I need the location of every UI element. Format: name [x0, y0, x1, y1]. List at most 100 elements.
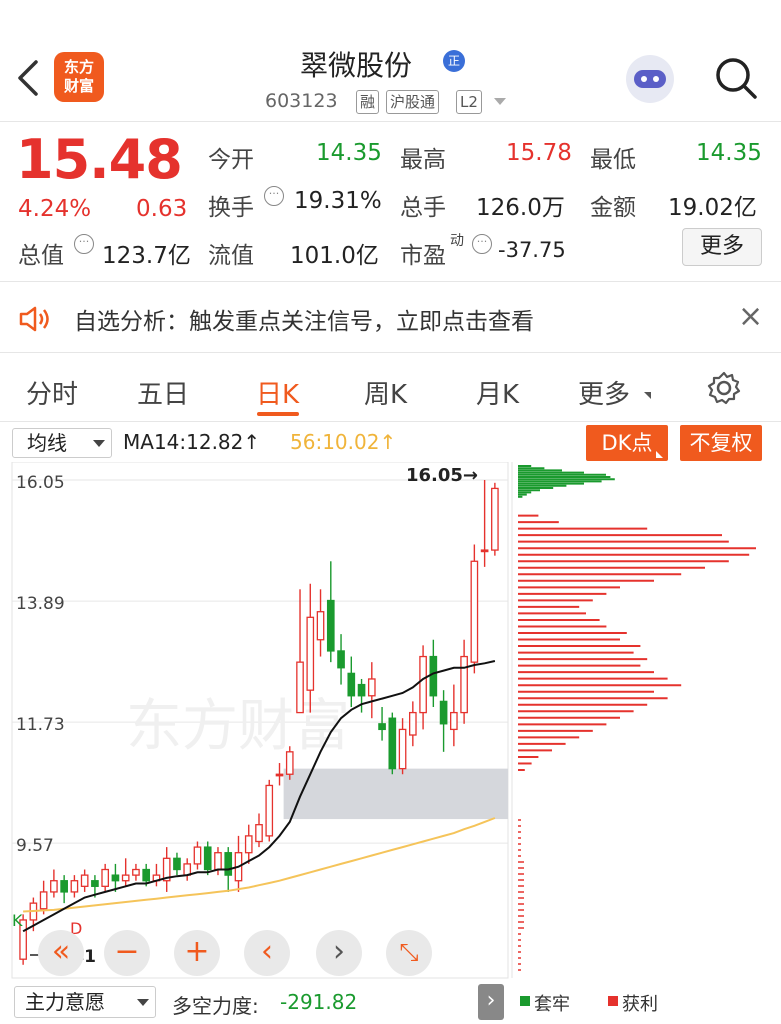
candle — [101, 863, 109, 892]
tab-more[interactable]: 更多 — [578, 374, 630, 411]
chevron-down-icon — [137, 999, 149, 1006]
candle-body — [193, 846, 202, 865]
power-value: -291.82 — [280, 990, 358, 1014]
k-marker: K — [12, 911, 23, 930]
candle-body — [39, 891, 48, 910]
candle — [234, 835, 243, 892]
turnover-label: 换手 — [208, 195, 254, 221]
candle-body — [255, 824, 263, 843]
info-icon[interactable]: ··· — [472, 234, 492, 254]
volume-label: 总手 — [400, 195, 446, 221]
more-button[interactable]: 更多 — [682, 228, 762, 266]
indicator-select[interactable]: 主力意愿 — [14, 986, 156, 1018]
candle — [409, 701, 417, 747]
max-price-label: 16.05→ — [406, 465, 478, 486]
candle — [491, 482, 499, 556]
info-icon[interactable]: ··· — [264, 186, 284, 206]
tab-weekly-k[interactable]: 周K — [364, 374, 407, 411]
legend-red-label: 获利 — [622, 994, 658, 1015]
candle-body — [398, 728, 407, 770]
candle — [80, 869, 89, 892]
candle — [265, 779, 274, 842]
candle-body — [429, 655, 438, 697]
candle-body — [80, 874, 89, 887]
change-amount: 0.63 — [136, 196, 188, 222]
y-tick-label: 9.57 — [16, 836, 54, 856]
app-logo[interactable]: 东方 财富 — [54, 52, 104, 102]
market-cap-label: 总值 — [18, 243, 64, 269]
pe-label: 市盈 — [400, 243, 446, 269]
no-adjust-button[interactable]: 不复权 — [680, 425, 762, 461]
notice-bar[interactable]: 自选分析：触发重点关注信号，立即点击查看 × — [0, 283, 781, 353]
gear-icon[interactable] — [706, 370, 742, 410]
candle — [480, 480, 489, 567]
ma56-readout: 56:10.02↑ — [290, 430, 397, 454]
candle-body — [275, 773, 284, 777]
pe-value: -37.75 — [498, 238, 566, 262]
candle — [183, 858, 192, 881]
legend-green-label: 套牢 — [534, 994, 570, 1015]
candle-body — [491, 487, 499, 551]
float-cap-value: 101.0亿 — [290, 243, 379, 269]
logo-text-line2: 财富 — [63, 77, 94, 95]
candle — [132, 863, 140, 881]
candle-body — [378, 723, 386, 731]
change-percent: 4.24% — [18, 196, 92, 222]
candle-body — [70, 880, 79, 893]
candle — [460, 639, 468, 724]
dk-point-button[interactable]: DK点 — [586, 425, 668, 461]
candle — [470, 544, 479, 674]
rewind-button[interactable]: « — [38, 930, 84, 976]
tab-monthly-k[interactable]: 月K — [476, 374, 519, 411]
dk-point-label: DK点 — [601, 431, 653, 455]
zoom-in-button[interactable]: + — [174, 930, 220, 976]
expand-right-button[interactable]: › — [478, 984, 504, 1020]
tag-hk-connect: 沪股通 — [386, 90, 440, 114]
candle-body — [306, 616, 315, 691]
info-icon[interactable]: ··· — [74, 234, 94, 254]
candle-body — [111, 874, 120, 882]
high-value: 15.78 — [506, 140, 572, 166]
y-tick-label: 13.89 — [16, 594, 65, 614]
candle — [326, 561, 335, 663]
candle — [173, 852, 181, 876]
close-icon[interactable]: × — [738, 299, 763, 334]
candle-body — [470, 560, 479, 663]
candle-body — [91, 880, 99, 887]
expand-button[interactable]: ⤡ — [386, 930, 432, 976]
tab-daily-k[interactable]: 日K — [256, 374, 299, 411]
candle-body — [367, 678, 376, 697]
candle — [357, 678, 366, 713]
previous-button[interactable]: ‹ — [244, 930, 290, 976]
amount-value: 19.02亿 — [668, 195, 757, 221]
price-zone — [283, 768, 508, 820]
search-icon[interactable] — [714, 56, 758, 100]
kline-chart[interactable]: 16.0513.8911.739.57 东方财富 16.05→ 7.41 K D — [0, 462, 781, 982]
candle — [285, 746, 294, 780]
candle-body — [480, 549, 489, 553]
zoom-out-button[interactable]: − — [104, 930, 150, 976]
candle — [398, 718, 407, 775]
candle — [50, 869, 58, 898]
open-label: 今开 — [208, 147, 254, 173]
candle-body — [357, 683, 366, 697]
candle-body — [316, 611, 325, 641]
tab-five-day[interactable]: 五日 — [137, 374, 189, 411]
candle-body — [337, 650, 345, 669]
watermark: 东方财富 — [126, 694, 350, 759]
open-value: 14.35 — [316, 140, 382, 166]
candle — [450, 684, 458, 747]
low-value: 14.35 — [696, 140, 762, 166]
current-price: 15.48 — [16, 128, 183, 191]
tag-level2: L2 — [456, 90, 482, 114]
next-button[interactable]: › — [316, 930, 362, 976]
back-chevron-left-icon[interactable] — [16, 58, 40, 105]
chevron-down-icon[interactable] — [494, 98, 506, 105]
y-tick-label: 16.05 — [16, 473, 65, 493]
turnover-value: 19.31% — [294, 188, 382, 214]
candle — [419, 645, 427, 730]
robot-assistant-icon[interactable] — [626, 55, 674, 103]
tab-intraday[interactable]: 分时 — [26, 374, 78, 411]
ma-select[interactable]: 均线 — [12, 428, 112, 458]
candle — [367, 662, 376, 719]
